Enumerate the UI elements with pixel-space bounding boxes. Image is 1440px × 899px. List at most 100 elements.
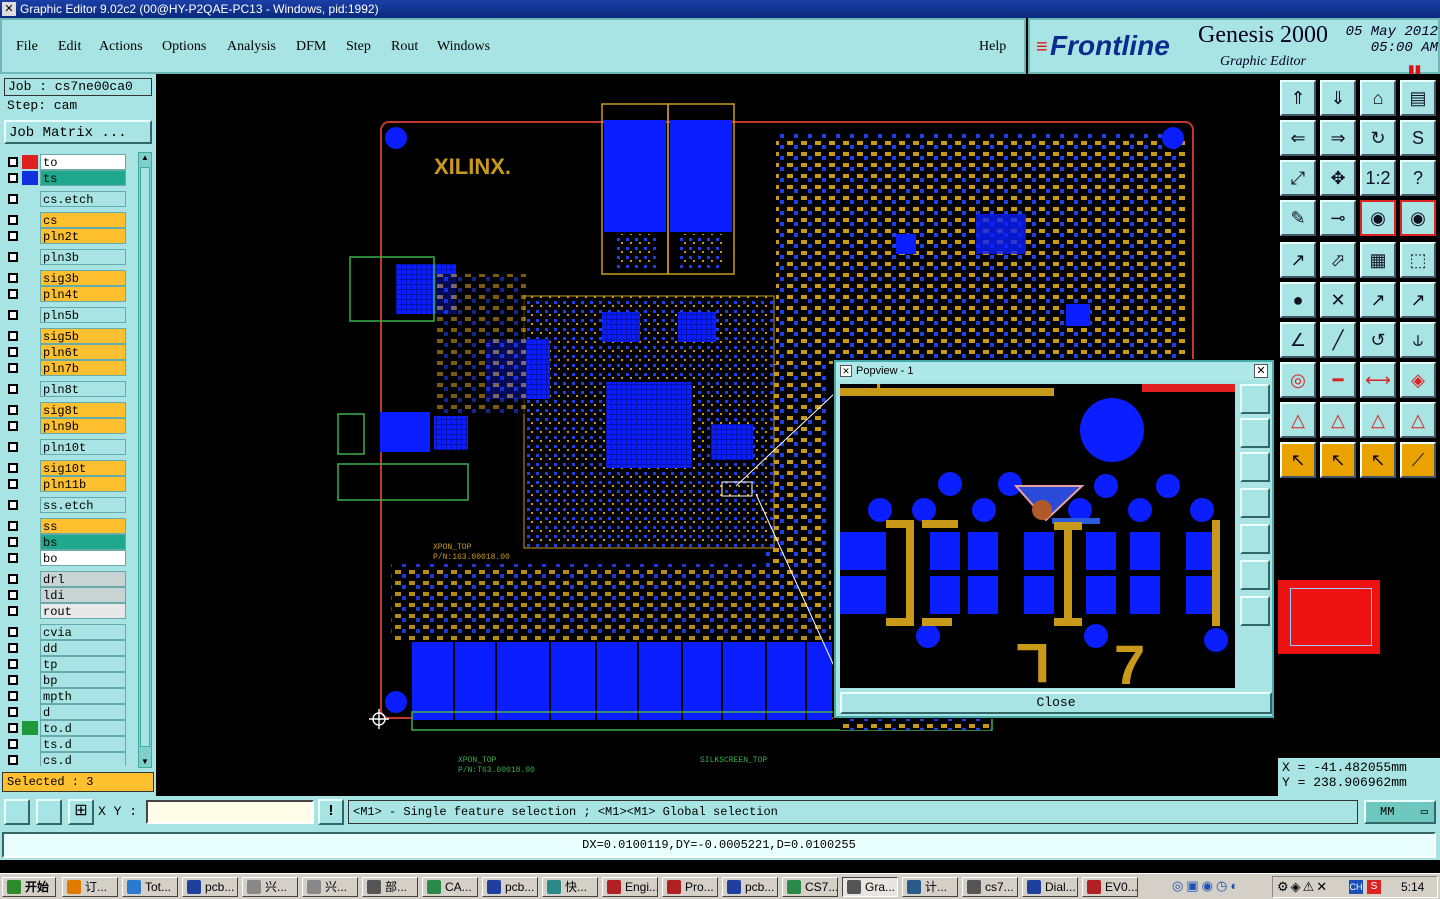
tool-button-3[interactable]: ⌂ [1360,80,1396,116]
layer-name[interactable]: drl [40,571,126,587]
menu-options[interactable]: Options [162,39,206,55]
tool-button-17[interactable]: ↗ [1280,242,1316,278]
layer-checkbox[interactable] [8,442,18,452]
layer-name[interactable]: pln10t [40,439,126,455]
tool-button-9[interactable]: ⤢ [1280,160,1316,196]
layer-row[interactable]: d [4,704,126,720]
layer-row[interactable]: sig8t [4,402,126,418]
tool-button-2[interactable]: ⇓ [1320,80,1356,116]
layer-row[interactable]: cs [4,212,126,228]
layer-checkbox[interactable] [8,606,18,616]
layer-name[interactable]: bp [40,672,126,688]
tool-button-11[interactable]: 1:2 [1360,160,1396,196]
layer-color-swatch[interactable] [22,604,38,618]
layer-checkbox[interactable] [8,723,18,733]
xy-input[interactable] [146,800,314,824]
layer-color-swatch[interactable] [22,419,38,433]
tool-button-38[interactable]: ↖ [1320,442,1356,478]
tool-button-1[interactable]: ⇑ [1280,80,1316,116]
layer-row[interactable]: dd [4,640,126,656]
tool-button-28[interactable]: ⫝ [1400,322,1436,358]
tool-button-4[interactable]: ▤ [1400,80,1436,116]
taskbar-item[interactable]: 快... [542,877,598,897]
tool-button-29[interactable]: ◎ [1280,362,1316,398]
layer-name[interactable]: cs.d [40,752,126,766]
taskbar-item[interactable]: 兴... [302,877,358,897]
layer-name[interactable]: sig5b [40,328,126,344]
layer-color-swatch[interactable] [22,308,38,322]
layer-row[interactable]: ldi [4,587,126,603]
layer-color-swatch[interactable] [22,673,38,687]
layer-checkbox[interactable] [8,384,18,394]
layer-checkbox[interactable] [8,421,18,431]
layer-checkbox[interactable] [8,310,18,320]
layer-name[interactable]: bo [40,550,126,566]
layer-row[interactable]: pln4t [4,286,126,302]
layer-color-swatch[interactable] [22,192,38,206]
layer-checkbox[interactable] [8,521,18,531]
layer-row[interactable]: pln11b [4,476,126,492]
layer-color-swatch[interactable] [22,229,38,243]
layer-checkbox[interactable] [8,252,18,262]
layer-color-swatch[interactable] [22,403,38,417]
units-select[interactable]: MM ▭ [1364,800,1436,824]
layer-checkbox[interactable] [8,659,18,669]
layer-color-swatch[interactable] [22,705,38,719]
snap-button[interactable] [4,799,30,825]
tool-button-27[interactable]: ↺ [1360,322,1396,358]
layer-checkbox[interactable] [8,537,18,547]
layer-checkbox[interactable] [8,627,18,637]
popview-fit-button[interactable] [1240,560,1270,590]
tray-icons[interactable]: ⚙◈⚠✕ [1277,879,1329,895]
tool-button-34[interactable]: △ [1320,402,1356,438]
layer-color-swatch[interactable] [22,477,38,491]
layer-color-swatch[interactable] [22,382,38,396]
layer-row[interactable]: ss [4,518,126,534]
menu-help[interactable]: Help [979,39,1006,55]
tool-button-35[interactable]: △ [1360,402,1396,438]
layer-color-swatch[interactable] [22,345,38,359]
layer-name[interactable]: pln8t [40,381,126,397]
layer-row[interactable]: ss.etch [4,497,126,513]
layer-row[interactable]: sig3b [4,270,126,286]
menu-step[interactable]: Step [346,39,371,55]
antivirus-icon[interactable]: S [1367,880,1381,894]
layer-name[interactable]: cs.etch [40,191,126,207]
tool-button-8[interactable]: S [1400,120,1436,156]
taskbar-item[interactable]: 订... [62,877,118,897]
layer-name[interactable]: pln5b [40,307,126,323]
tool-button-37[interactable]: ↖ [1280,442,1316,478]
layer-checkbox[interactable] [8,273,18,283]
taskbar-item[interactable]: cs7... [962,877,1018,897]
layer-row[interactable]: to [4,154,126,170]
tool-button-33[interactable]: △ [1280,402,1316,438]
layer-checkbox[interactable] [8,479,18,489]
menu-rout[interactable]: Rout [391,39,418,55]
ime-icon[interactable]: CH [1349,880,1363,894]
taskbar-item[interactable]: pcb... [182,877,238,897]
layer-name[interactable]: pln2t [40,228,126,244]
layer-name[interactable]: d [40,704,126,720]
layer-color-swatch[interactable] [22,657,38,671]
taskbar-item[interactable]: pcb... [482,877,538,897]
layer-checkbox[interactable] [8,405,18,415]
layer-checkbox[interactable] [8,739,18,749]
layer-row[interactable]: pln8t [4,381,126,397]
window-icon[interactable]: ✕ [2,2,16,16]
layer-checkbox[interactable] [8,289,18,299]
tool-button-12[interactable]: ? [1400,160,1436,196]
taskbar-item[interactable]: CA... [422,877,478,897]
layer-checkbox[interactable] [8,590,18,600]
layer-checkbox[interactable] [8,755,18,765]
layer-name[interactable]: ss [40,518,126,534]
layer-name[interactable]: ss.etch [40,497,126,513]
tool-button-13[interactable]: ✎ [1280,200,1316,236]
tool-button-10[interactable]: ✥ [1320,160,1356,196]
layer-checkbox[interactable] [8,194,18,204]
layer-checkbox[interactable] [8,331,18,341]
menu-dfm[interactable]: DFM [296,39,326,55]
layer-row[interactable]: bp [4,672,126,688]
scroll-up-icon[interactable]: ▲ [140,153,150,163]
layer-preview[interactable] [1278,580,1380,654]
layer-name[interactable]: ts.d [40,736,126,752]
